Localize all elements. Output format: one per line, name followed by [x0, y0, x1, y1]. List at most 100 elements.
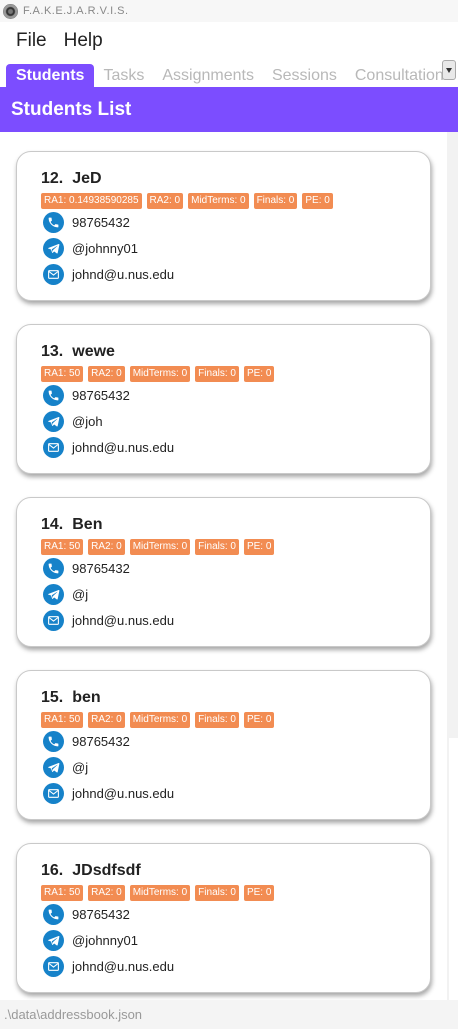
- student-telegram: @j: [72, 760, 89, 775]
- email-row: johnd@u.nus.edu: [43, 437, 174, 458]
- tab-sessions[interactable]: Sessions: [263, 64, 346, 87]
- student-card[interactable]: 15. ben RA1: 50 RA2: 0 MidTerms: 0 Finals: 0P…: [16, 670, 431, 820]
- student-index: 13.: [41, 343, 64, 360]
- phone-icon: [43, 731, 64, 752]
- telegram-row: @j: [43, 757, 88, 778]
- phone-row: 98765432: [43, 904, 130, 925]
- grade-tag: RA1: 50: [41, 366, 84, 382]
- grade-tag: PE: 0: [243, 885, 275, 901]
- student-telegram: @joh: [72, 414, 103, 429]
- phone-icon: [43, 385, 64, 406]
- telegram-row: @johnny01: [43, 930, 138, 951]
- grade-tag: RA2: 0: [88, 712, 125, 728]
- phone-icon: [43, 558, 64, 579]
- title-bar: F.A.K.E.J.A.R.V.I.S.: [0, 0, 458, 22]
- grade-tag: PE: 0: [243, 712, 275, 728]
- grade-tags: RA1: 50 RA2: 0 MidTerms: 0 Finals: 0 PE: 0: [41, 712, 279, 728]
- tab-assignments[interactable]: Assignments: [153, 64, 263, 87]
- grade-tag: MidTerms: 0: [129, 539, 191, 555]
- email-row: johnd@u.nus.edu: [43, 610, 174, 631]
- menu-help[interactable]: Help: [64, 30, 103, 52]
- student-email: johnd@u.nus.edu: [72, 440, 175, 455]
- student-email: johnd@u.nus.edu: [72, 959, 175, 974]
- menu-file[interactable]: File: [16, 30, 47, 52]
- grade-tags: RA1: 50 RA2: 0 MidTerms: 0 Finals: 0 PE: 0: [41, 539, 279, 555]
- student-card[interactable]: 13. wewe RA1: 50 RA2: 0 MidTerms: 0 Finals: 0…: [16, 324, 431, 474]
- grade-tag: MidTerms: 0: [129, 885, 191, 901]
- student-phone: 98765432: [72, 907, 130, 922]
- email-icon: [43, 956, 64, 977]
- student-email: johnd@u.nus.edu: [72, 267, 175, 282]
- page-title: Students List: [11, 98, 132, 120]
- email-icon: [43, 264, 64, 285]
- student-email: johnd@u.nus.edu: [72, 786, 175, 801]
- student-index: 16.: [41, 862, 64, 879]
- grade-tag: RA1: 50: [41, 539, 84, 555]
- phone-row: 98765432: [43, 731, 130, 752]
- phone-icon: [43, 212, 64, 233]
- grade-tag: Finals: 0: [195, 885, 239, 901]
- student-name: 16. JDsdfsdf: [41, 862, 141, 880]
- grade-tag: MidTerms: 0: [129, 366, 191, 382]
- telegram-row: @j: [43, 584, 88, 605]
- grade-tag: Finals: 0: [195, 366, 239, 382]
- student-card[interactable]: 16. JDsdfsdf RA1: 50 RA2: 0 MidTerms: 0 Final…: [16, 843, 431, 993]
- telegram-icon: [43, 238, 64, 259]
- email-icon: [43, 783, 64, 804]
- list-header: Students List: [0, 87, 458, 132]
- student-card[interactable]: 14. Ben RA1: 50 RA2: 0 MidTerms: 0 Finals: 0P…: [16, 497, 431, 647]
- student-name: 15. ben: [41, 689, 101, 707]
- grade-tag: RA1: 50: [41, 885, 84, 901]
- telegram-icon: [43, 757, 64, 778]
- grade-tag: Finals: 0: [195, 712, 239, 728]
- tab-bar: Students Tasks Assignments Sessions Cons…: [0, 60, 458, 87]
- telegram-icon: [43, 411, 64, 432]
- student-index: 14.: [41, 516, 64, 533]
- window-title: F.A.K.E.J.A.R.V.I.S.: [23, 5, 129, 17]
- student-name: 12. JeD: [41, 170, 102, 188]
- grade-tag: PE: 0: [243, 539, 275, 555]
- grade-tag: MidTerms: 0: [129, 712, 191, 728]
- tab-tasks[interactable]: Tasks: [94, 64, 153, 87]
- telegram-row: @joh: [43, 411, 103, 432]
- phone-icon: [43, 904, 64, 925]
- email-icon: [43, 610, 64, 631]
- student-telegram: @johnny01: [72, 933, 138, 948]
- grade-tag: RA2: 0: [88, 366, 125, 382]
- grade-tag: RA1: 50: [41, 712, 84, 728]
- grade-tag: RA2: 0: [88, 539, 125, 555]
- grade-tag: PE: 0: [243, 366, 275, 382]
- phone-row: 98765432: [43, 558, 130, 579]
- student-name-text: JeD: [72, 170, 102, 187]
- tab-overflow-dropdown-icon[interactable]: [442, 60, 456, 80]
- grade-tag: PE: 0: [302, 193, 333, 209]
- student-name: 13. wewe: [41, 343, 115, 361]
- menu-bar: File Help: [0, 22, 458, 60]
- student-list[interactable]: 12. JeD RA1: 0.14938590285 RA2: 0 MidTerms: …: [0, 132, 447, 1000]
- student-card[interactable]: 12. JeD RA1: 0.14938590285 RA2: 0 MidTerms: …: [16, 151, 431, 301]
- student-telegram: @j: [72, 587, 89, 602]
- student-index: 15.: [41, 689, 64, 706]
- student-phone: 98765432: [72, 561, 130, 576]
- student-name-text: JDsdfsdf: [72, 862, 141, 879]
- app-logo-icon: [3, 3, 18, 19]
- grade-tag: Finals: 0: [195, 539, 239, 555]
- grade-tags: RA1: 50 RA2: 0 MidTerms: 0 Finals: 0 PE: 0: [41, 366, 279, 382]
- student-name: 14. Ben: [41, 516, 102, 534]
- student-phone: 98765432: [72, 734, 130, 749]
- telegram-icon: [43, 930, 64, 951]
- student-phone: 98765432: [72, 388, 130, 403]
- grade-tag: MidTerms: 0: [188, 193, 249, 209]
- phone-row: 98765432: [43, 385, 130, 406]
- student-phone: 98765432: [72, 215, 130, 230]
- telegram-icon: [43, 584, 64, 605]
- tab-students[interactable]: Students: [6, 64, 95, 87]
- grade-tags: RA1: 50 RA2: 0 MidTerms: 0 Finals: 0 PE: 0: [41, 885, 279, 901]
- phone-row: 98765432: [43, 212, 130, 233]
- telegram-row: @johnny01: [43, 238, 138, 259]
- grade-tag: RA1: 0.14938590285: [41, 193, 142, 209]
- scrollbar-track-lower: [449, 738, 458, 1000]
- file-path: .\data\addressbook.json: [4, 1007, 143, 1022]
- grade-tag: Finals: 0: [253, 193, 298, 209]
- student-email: johnd@u.nus.edu: [72, 613, 175, 628]
